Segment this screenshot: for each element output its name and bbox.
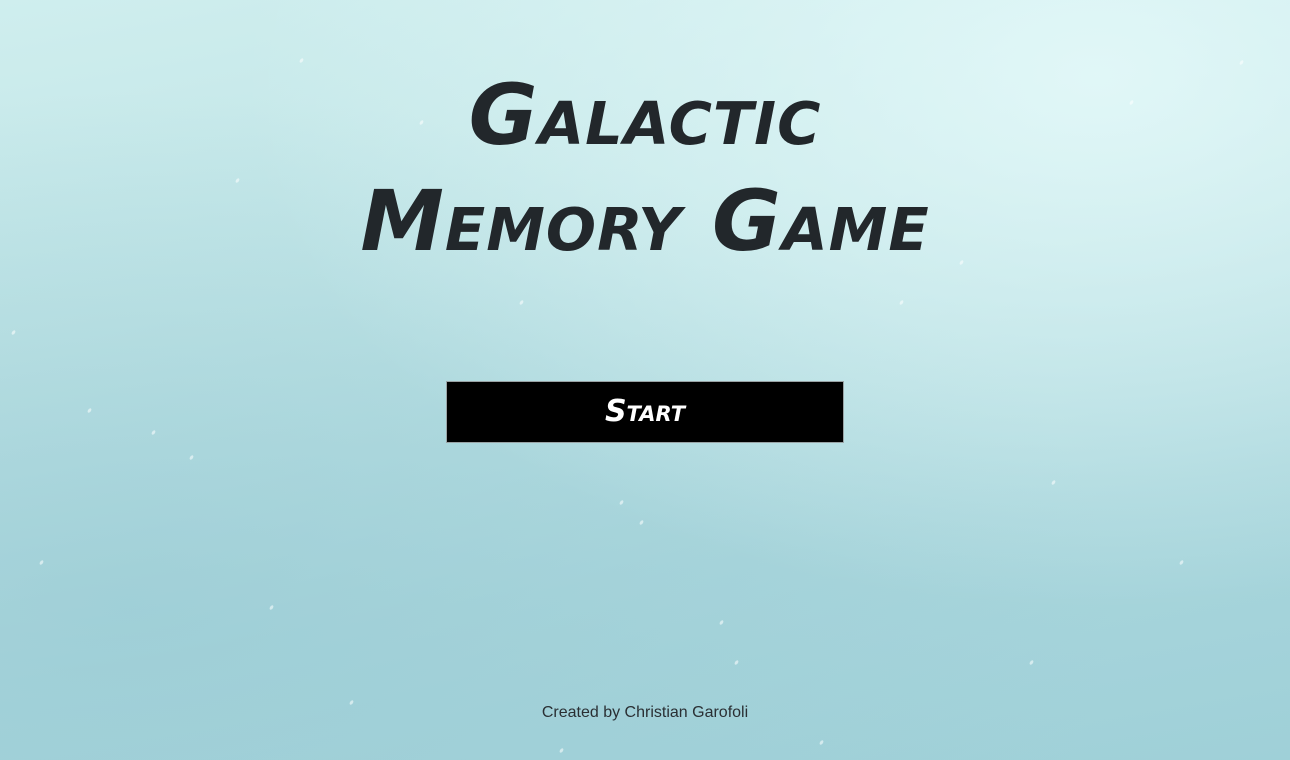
footer-credit: Created by Christian Garofoli [541, 704, 749, 721]
start-button[interactable]: Start [446, 381, 844, 443]
title-line-2: Memory Game [360, 172, 930, 270]
title-line-1: Galactic [468, 66, 822, 164]
start-screen: { "title": { "line1": "Galactic", "line2… [0, 0, 1290, 760]
game-title: Galactic Memory Game [0, 62, 1290, 274]
